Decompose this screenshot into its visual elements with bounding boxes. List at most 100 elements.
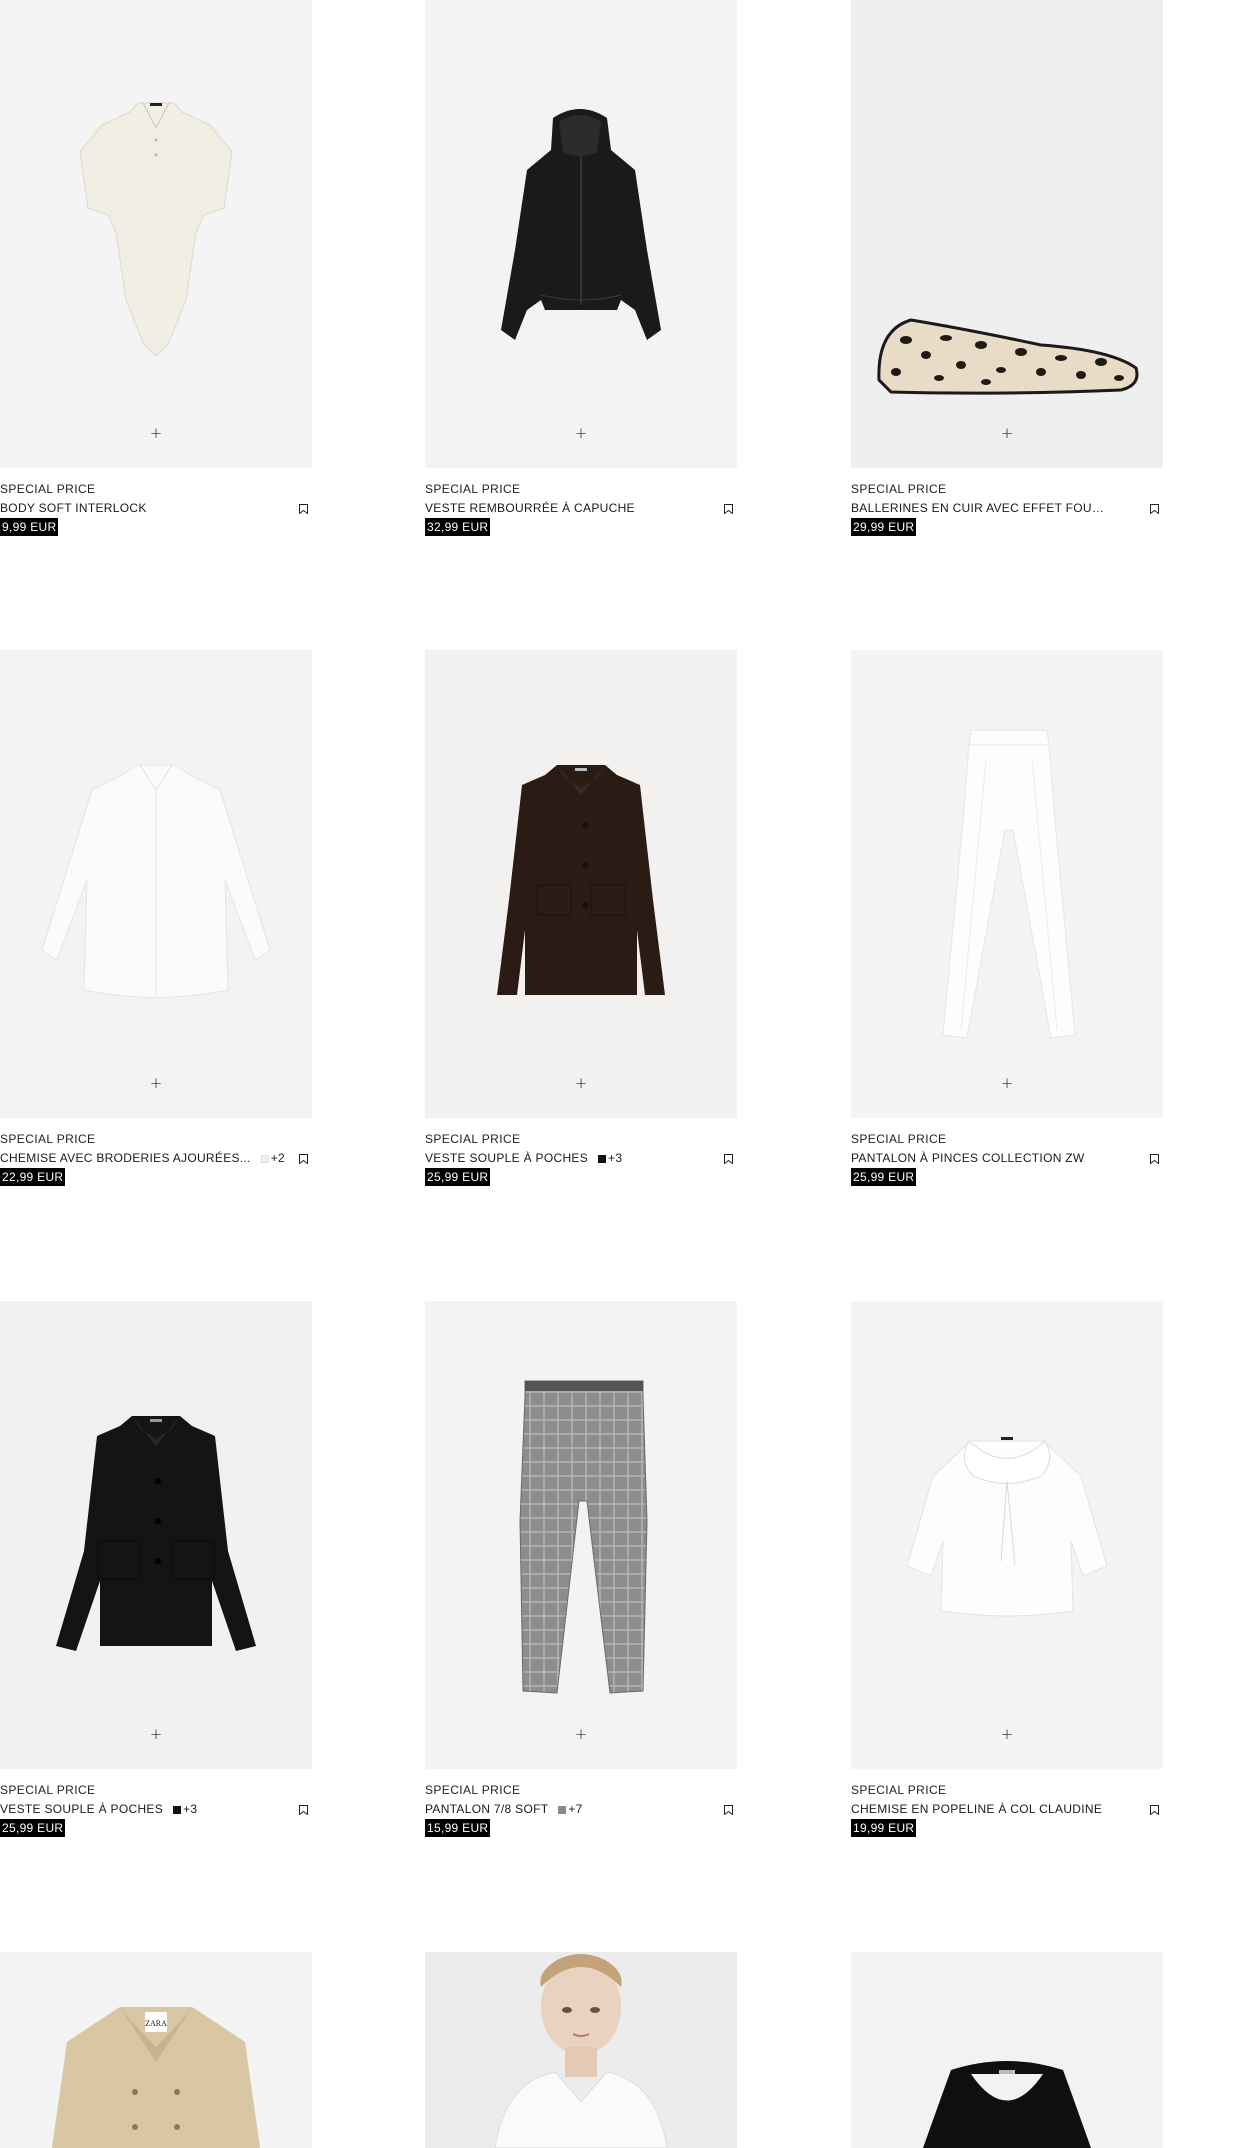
product-name[interactable]: PANTALON 7/8 SOFT xyxy=(425,1800,548,1819)
product-name[interactable]: VESTE SOUPLE À POCHES xyxy=(0,1800,163,1819)
product-card[interactable] xyxy=(851,1952,1163,2148)
swatch-dot xyxy=(558,1805,567,1814)
white-trousers-image xyxy=(942,729,1076,1039)
product-name-row[interactable]: VESTE SOUPLE À POCHES +3 xyxy=(0,1800,312,1819)
special-price-tag: SPECIAL PRICE xyxy=(425,482,521,496)
product-name[interactable]: VESTE REMBOURRÉE À CAPUCHE xyxy=(425,499,635,518)
bookmark-icon[interactable] xyxy=(299,1805,308,1815)
bookmark-icon[interactable] xyxy=(1150,1805,1159,1815)
product-image[interactable] xyxy=(425,1952,737,2148)
product-info: SPECIAL PRICE CHEMISE AVEC BRODERIES AJO… xyxy=(0,1118,312,1186)
product-card[interactable]: + SPECIAL PRICE VESTE SOUPLE À POCHES +3… xyxy=(0,1301,312,1837)
bookmark-icon[interactable] xyxy=(724,504,733,514)
product-image[interactable] xyxy=(851,1952,1163,2148)
product-card[interactable]: + SPECIAL PRICE PANTALON 7/8 SOFT +7 15,… xyxy=(425,1301,737,1837)
color-swatch[interactable]: +7 xyxy=(558,1800,582,1819)
product-card[interactable]: + SPECIAL PRICE VESTE REMBOURRÉE À CAPUC… xyxy=(425,0,737,536)
bookmark-icon[interactable] xyxy=(299,1154,308,1164)
add-to-cart-button[interactable]: + xyxy=(997,1724,1017,1744)
product-card[interactable] xyxy=(425,1952,737,2148)
product-name[interactable]: PANTALON À PINCES COLLECTION ZW xyxy=(851,1149,1085,1168)
product-name-row[interactable]: VESTE REMBOURRÉE À CAPUCHE xyxy=(425,499,737,518)
add-to-cart-button[interactable]: + xyxy=(146,1073,166,1093)
add-to-cart-button[interactable]: + xyxy=(571,423,591,443)
product-image[interactable]: + xyxy=(0,1301,312,1769)
product-name-row[interactable]: PANTALON À PINCES COLLECTION ZW xyxy=(851,1149,1163,1168)
product-price: 15,99 EUR xyxy=(425,1819,491,1837)
product-price: 29,99 EUR xyxy=(851,518,917,536)
ballerina-image xyxy=(877,318,1139,395)
product-info: SPECIAL PRICE BODY SOFT INTERLOCK 9,99 E… xyxy=(0,468,312,536)
color-swatch[interactable]: +3 xyxy=(173,1800,197,1819)
product-name-row[interactable]: CHEMISE AVEC BRODERIES AJOURÉES... +2 xyxy=(0,1149,312,1168)
product-image[interactable]: + xyxy=(0,0,312,468)
bookmark-icon[interactable] xyxy=(1150,504,1159,514)
product-info: SPECIAL PRICE VESTE REMBOURRÉE À CAPUCHE… xyxy=(425,468,737,536)
product-card[interactable]: + SPECIAL PRICE VESTE SOUPLE À POCHES +3… xyxy=(425,650,737,1186)
product-price: 22,99 EUR xyxy=(0,1168,66,1186)
swatch-dot xyxy=(598,1154,607,1163)
product-price: 9,99 EUR xyxy=(0,518,59,536)
product-card[interactable]: ZARA xyxy=(0,1952,312,2148)
special-price-tag: SPECIAL PRICE xyxy=(0,1783,96,1797)
product-price: 25,99 EUR xyxy=(851,1168,917,1186)
bodysuit-image xyxy=(79,102,233,357)
add-to-cart-button[interactable]: + xyxy=(571,1724,591,1744)
product-image[interactable]: ZARA xyxy=(0,1952,312,2148)
bookmark-icon[interactable] xyxy=(724,1154,733,1164)
color-swatch[interactable]: +2 xyxy=(260,1149,286,1168)
bookmark-icon[interactable] xyxy=(299,504,308,514)
product-card[interactable]: + SPECIAL PRICE BALLERINES EN CUIR AVEC … xyxy=(851,0,1163,536)
product-price: 25,99 EUR xyxy=(425,1168,491,1186)
product-grid: + SPECIAL PRICE BODY SOFT INTERLOCK 9,99… xyxy=(0,0,1250,2148)
product-name-row[interactable]: BODY SOFT INTERLOCK xyxy=(0,499,312,518)
product-price: 19,99 EUR xyxy=(851,1819,917,1837)
brown-jacket-image xyxy=(497,765,665,995)
add-to-cart-button[interactable]: + xyxy=(997,423,1017,443)
product-image[interactable]: + xyxy=(425,1301,737,1769)
product-price: 32,99 EUR xyxy=(425,518,491,536)
bookmark-icon[interactable] xyxy=(1150,1154,1159,1164)
product-image[interactable]: + xyxy=(851,0,1163,468)
product-info: SPECIAL PRICE BALLERINES EN CUIR AVEC EF… xyxy=(851,468,1163,536)
product-name[interactable]: BODY SOFT INTERLOCK xyxy=(0,499,147,518)
swatch-dot xyxy=(260,1154,269,1163)
special-price-tag: SPECIAL PRICE xyxy=(851,1783,947,1797)
special-price-tag: SPECIAL PRICE xyxy=(0,1132,96,1146)
product-name-row[interactable]: PANTALON 7/8 SOFT +7 xyxy=(425,1800,737,1819)
swatch-dot xyxy=(173,1805,182,1814)
svg-text:ZARA: ZARA xyxy=(145,2019,167,2028)
product-card[interactable]: + SPECIAL PRICE PANTALON À PINCES COLLEC… xyxy=(851,650,1163,1186)
product-card[interactable]: + SPECIAL PRICE CHEMISE AVEC BRODERIES A… xyxy=(0,650,312,1186)
more-colors: +3 xyxy=(608,1151,623,1165)
product-name[interactable]: VESTE SOUPLE À POCHES xyxy=(425,1149,588,1168)
product-image[interactable]: + xyxy=(851,650,1163,1118)
special-price-tag: SPECIAL PRICE xyxy=(425,1132,521,1146)
product-info: SPECIAL PRICE VESTE SOUPLE À POCHES +3 2… xyxy=(0,1769,312,1837)
add-to-cart-button[interactable]: + xyxy=(997,1073,1017,1093)
more-colors: +2 xyxy=(270,1151,286,1165)
product-name-row[interactable]: CHEMISE EN POPELINE À COL CLAUDINE xyxy=(851,1800,1163,1819)
product-card[interactable]: + SPECIAL PRICE CHEMISE EN POPELINE À CO… xyxy=(851,1301,1163,1837)
bookmark-icon[interactable] xyxy=(724,1805,733,1815)
black-jacket-image xyxy=(56,1416,256,1651)
product-image[interactable]: + xyxy=(425,0,737,468)
product-name[interactable]: BALLERINES EN CUIR AVEC EFFET FOURRU... xyxy=(851,499,1111,518)
add-to-cart-button[interactable]: + xyxy=(571,1073,591,1093)
color-swatch[interactable]: +3 xyxy=(598,1149,622,1168)
product-info: SPECIAL PRICE PANTALON 7/8 SOFT +7 15,99… xyxy=(425,1769,737,1837)
collar-blouse-image xyxy=(906,1437,1108,1617)
product-card[interactable]: + SPECIAL PRICE BODY SOFT INTERLOCK 9,99… xyxy=(0,0,312,536)
product-price: 25,99 EUR xyxy=(0,1819,66,1837)
add-to-cart-button[interactable]: + xyxy=(146,1724,166,1744)
product-image[interactable]: + xyxy=(0,650,312,1118)
product-image[interactable]: + xyxy=(851,1301,1163,1769)
eyelet-shirt-image xyxy=(41,764,271,998)
product-name-row[interactable]: BALLERINES EN CUIR AVEC EFFET FOURRU... xyxy=(851,499,1163,518)
add-to-cart-button[interactable]: + xyxy=(146,423,166,443)
product-name-row[interactable]: VESTE SOUPLE À POCHES +3 xyxy=(425,1149,737,1168)
product-name[interactable]: CHEMISE EN POPELINE À COL CLAUDINE xyxy=(851,1800,1102,1819)
product-info: SPECIAL PRICE CHEMISE EN POPELINE À COL … xyxy=(851,1769,1163,1837)
product-name[interactable]: CHEMISE AVEC BRODERIES AJOURÉES... xyxy=(0,1149,251,1168)
product-image[interactable]: + xyxy=(425,650,737,1118)
